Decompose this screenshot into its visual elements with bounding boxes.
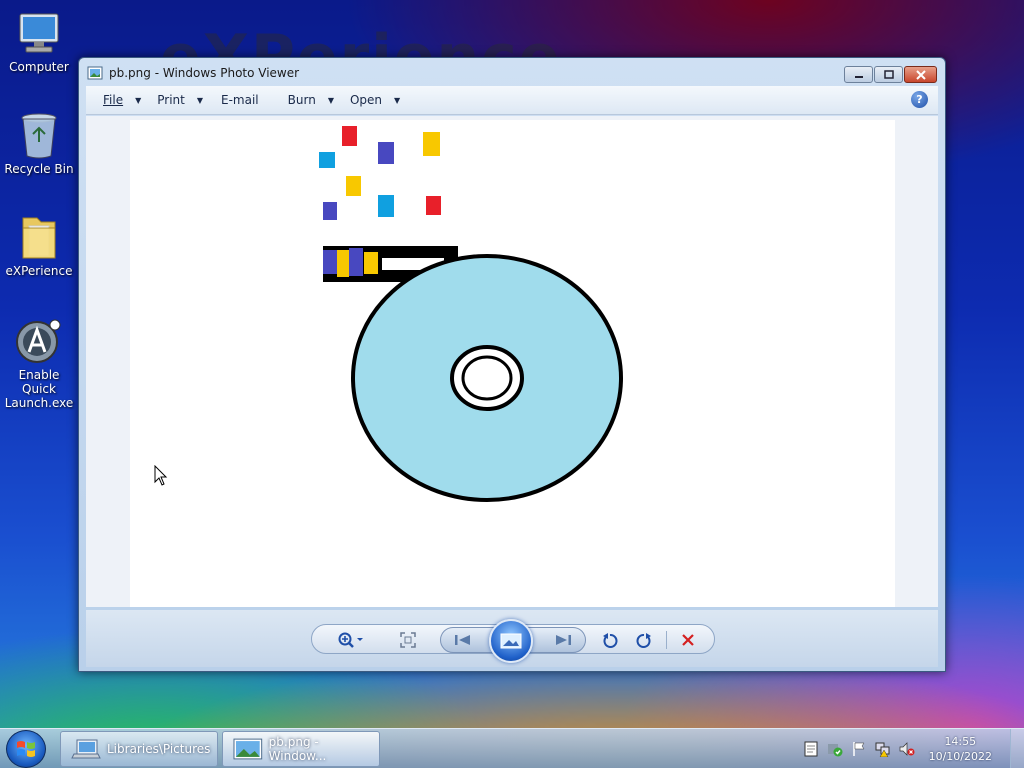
start-button[interactable] <box>6 730 46 768</box>
recycle-bin-icon <box>15 112 63 160</box>
menu-file[interactable]: File ▼ <box>103 93 141 107</box>
confetti-square <box>319 152 335 168</box>
title-bar[interactable]: pb.png - Windows Photo Viewer <box>79 58 945 88</box>
menu-email[interactable]: E-mail <box>221 93 259 107</box>
shield-check-icon <box>827 744 843 757</box>
menu-print[interactable]: Print ▼ <box>157 93 203 107</box>
next-icon <box>556 635 571 645</box>
window-title: pb.png - Windows Photo Viewer <box>109 66 300 80</box>
desktop-icon-label: Enable Quick Launch.exe <box>4 368 74 410</box>
notepad-tray-icon[interactable] <box>803 741 819 757</box>
taskbar-button-label: Libraries\Pictures <box>107 742 211 756</box>
clock-time: 14:55 <box>944 735 977 748</box>
taskbar-button-libraries[interactable]: Libraries\Pictures <box>60 731 218 767</box>
confetti-square <box>426 196 441 215</box>
burn-bar-segment <box>323 250 337 274</box>
confetti-square <box>423 132 440 156</box>
windows-logo-icon <box>17 741 35 757</box>
control-pill <box>311 619 715 663</box>
security-tray-icon[interactable] <box>827 741 843 757</box>
minimize-button[interactable] <box>844 66 873 83</box>
control-bar <box>86 610 938 667</box>
help-button[interactable]: ? <box>911 91 928 108</box>
network-tray-icon[interactable] <box>875 741 891 757</box>
zoom-button[interactable] <box>334 628 368 652</box>
next-button[interactable] <box>551 628 575 652</box>
taskbar-button-photo-viewer[interactable]: pb.png - Window... <box>222 731 380 767</box>
chevron-down-icon: ▼ <box>394 95 401 105</box>
previous-button[interactable] <box>451 628 475 652</box>
delete-button[interactable] <box>676 628 700 652</box>
slideshow-button[interactable] <box>489 619 533 663</box>
help-icon: ? <box>916 93 923 106</box>
computer-icon <box>15 10 63 58</box>
confetti-square <box>342 126 357 146</box>
menu-bar: File ▼ Print ▼ E-mail Burn ▼ Open ▼ ? <box>86 86 938 115</box>
confetti-square <box>346 176 361 196</box>
notepad-icon <box>804 741 818 757</box>
mouse-cursor-icon <box>154 465 168 486</box>
system-tray: 14:55 10/10/2022 <box>803 729 1024 768</box>
rotate-counterclockwise-button[interactable] <box>598 628 622 652</box>
volume-tray-icon[interactable] <box>899 741 915 757</box>
rotate-counterclockwise-icon <box>603 633 618 648</box>
zoom-icon <box>338 632 363 648</box>
displayed-image <box>130 120 895 607</box>
close-button[interactable] <box>904 66 937 83</box>
maximize-button[interactable] <box>874 66 903 83</box>
photo-viewer-app-icon <box>87 66 103 80</box>
clock[interactable]: 14:55 10/10/2022 <box>929 734 992 764</box>
photo-viewer-window[interactable]: pb.png - Windows Photo Viewer File ▼ Pri… <box>78 57 946 672</box>
actual-size-icon <box>400 632 416 648</box>
confetti-square <box>323 202 337 220</box>
libraries-icon <box>71 739 101 759</box>
delete-icon <box>682 634 694 646</box>
burn-bar-segment <box>349 248 363 276</box>
confetti-square <box>378 195 394 217</box>
action-center-tray-icon[interactable] <box>851 741 867 757</box>
show-desktop-button[interactable] <box>1010 729 1024 768</box>
close-icon <box>915 69 926 80</box>
burn-bar-segment <box>364 252 378 274</box>
burn-bar-segment <box>337 250 349 277</box>
confetti-square <box>378 142 394 164</box>
flag-icon <box>852 742 865 756</box>
rotate-clockwise-button[interactable] <box>632 628 656 652</box>
chevron-down-icon: ▼ <box>196 95 204 105</box>
previous-icon <box>455 635 470 645</box>
desktop-icon-experience[interactable]: eXPerience <box>2 214 76 278</box>
desktop-icon-computer[interactable]: Computer <box>2 10 76 74</box>
desktop-icon-label: eXPerience <box>5 264 73 278</box>
menu-burn[interactable]: Burn ▼ <box>288 93 334 107</box>
desktop-icon-label: Computer <box>9 60 69 74</box>
photo-viewer-app-icon <box>233 738 263 760</box>
menu-file-label: File <box>103 93 124 107</box>
taskbar-button-label: pb.png - Window... <box>268 735 327 763</box>
desktop-icon-recycle-bin[interactable]: Recycle Bin <box>2 112 76 176</box>
disc-hub-inner <box>461 355 513 401</box>
menu-email-label: E-mail <box>221 93 259 107</box>
actual-size-button[interactable] <box>396 628 420 652</box>
menu-print-label: Print <box>157 93 185 107</box>
menu-open-label: Open <box>349 93 383 107</box>
network-warning-icon <box>875 742 890 757</box>
menu-burn-label: Burn <box>287 93 316 107</box>
clock-date: 10/10/2022 <box>928 750 992 763</box>
desktop-icon-enable-quick-launch[interactable]: Enable Quick Launch.exe <box>2 318 76 410</box>
chevron-down-icon: ▼ <box>135 95 142 105</box>
restore-icon <box>883 70 894 79</box>
desktop-icon-label: Recycle Bin <box>4 162 74 176</box>
image-content <box>319 126 623 502</box>
rotate-clockwise-icon <box>636 633 651 648</box>
quick-launch-icon <box>15 318 63 366</box>
control-divider <box>666 631 667 649</box>
menu-open[interactable]: Open ▼ <box>350 93 400 107</box>
folder-icon <box>15 214 63 262</box>
chevron-down-icon: ▼ <box>327 95 334 105</box>
volume-muted-icon <box>899 742 915 756</box>
image-viewer-area[interactable] <box>86 116 938 607</box>
taskbar: Libraries\Pictures pb.png - Window... 14… <box>0 728 1024 768</box>
slideshow-icon <box>500 633 522 649</box>
minimize-icon <box>854 75 863 78</box>
